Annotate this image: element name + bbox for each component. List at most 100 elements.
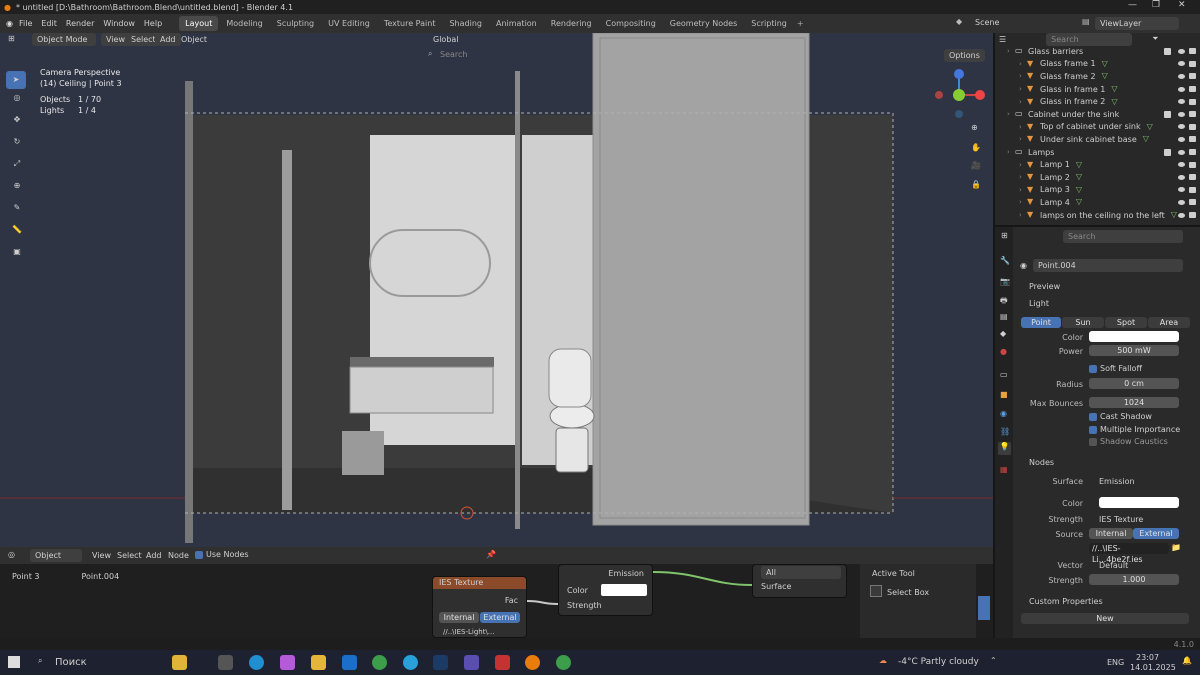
copilot-app-icon[interactable]	[280, 655, 295, 670]
preview-panel-header[interactable]: Preview	[1029, 282, 1060, 291]
props-search[interactable]: Search	[1063, 230, 1183, 243]
mesh-data-icon[interactable]: ▽	[1102, 72, 1111, 80]
surface-value[interactable]: Emission	[1099, 477, 1135, 486]
visibility-eye-icon[interactable]	[1178, 61, 1185, 67]
scale-tool-icon[interactable]: ⤢	[6, 159, 28, 181]
render-camera-icon[interactable]	[1189, 199, 1196, 206]
mesh-data-icon[interactable]: ▽	[1147, 122, 1156, 131]
move-tool-icon[interactable]: ✥	[6, 115, 28, 137]
outliner-object[interactable]: › ▼ Lamp 3 ▽	[995, 184, 1200, 197]
mesh-data-icon[interactable]: ▽	[1076, 160, 1085, 169]
tool-tab-icon[interactable]: 🔧	[1000, 256, 1010, 265]
tab-rendering[interactable]: Rendering	[545, 16, 598, 31]
collection-checkbox[interactable]	[1164, 148, 1171, 156]
outliner-object[interactable]: › ▼ Glass in frame 1 ▽	[995, 83, 1200, 96]
ies-internal-button[interactable]: Internal	[439, 612, 479, 623]
tab-layout[interactable]: Layout	[179, 16, 219, 31]
lock-icon[interactable]: 🔒	[971, 180, 981, 189]
file-explorer-icon[interactable]	[311, 655, 326, 670]
close-icon[interactable]: ✕	[1178, 0, 1186, 10]
expand-arrow-icon[interactable]: ›	[1007, 47, 1015, 55]
mesh-data-icon[interactable]: ▽	[1111, 85, 1120, 93]
ies-file-path[interactable]: //..\IES-Li...4be2f.ies	[1089, 543, 1169, 564]
render-camera-icon[interactable]	[1189, 174, 1196, 181]
select-box-icon[interactable]	[870, 585, 882, 597]
render-tab-icon[interactable]: 📷	[1000, 277, 1010, 286]
menu-object[interactable]: Object	[181, 35, 207, 44]
windows-start-icon[interactable]	[8, 656, 20, 668]
menu-render[interactable]: Render	[66, 19, 94, 28]
visibility-eye-icon[interactable]	[1178, 86, 1185, 92]
taskbar-search[interactable]: Поиск	[55, 657, 87, 668]
rotate-tool-icon[interactable]: ↻	[6, 137, 28, 159]
render-camera-icon[interactable]	[1189, 161, 1196, 168]
task-view-icon[interactable]	[218, 655, 233, 670]
node-editor-type-icon[interactable]: ◎	[8, 550, 15, 559]
expand-arrow-icon[interactable]: ›	[1019, 135, 1027, 143]
3d-viewport[interactable]: ⊞ Object Mode View Select Add Object Glo…	[0, 33, 993, 547]
strength-field[interactable]: 1.000	[1089, 574, 1179, 585]
render-camera-icon[interactable]	[1189, 98, 1196, 105]
tab-shading[interactable]: Shading	[443, 16, 488, 31]
radius-field[interactable]: 0 cm	[1089, 378, 1179, 389]
view-layer-name[interactable]: ViewLayer	[1095, 17, 1179, 30]
red-app-icon[interactable]	[495, 655, 510, 670]
world-tab-icon[interactable]: ●	[1000, 347, 1007, 356]
telegram-icon[interactable]	[403, 655, 418, 670]
light-panel-header[interactable]: Light	[1029, 299, 1049, 308]
emission-color-input[interactable]	[601, 584, 647, 596]
props-editor-icon[interactable]: ⊞	[1001, 231, 1008, 240]
expand-arrow-icon[interactable]: ›	[1019, 72, 1027, 80]
constraints-tab-icon[interactable]: ⛓	[1000, 427, 1010, 436]
expand-arrow-icon[interactable]: ›	[1019, 123, 1027, 131]
render-camera-icon[interactable]	[1189, 123, 1196, 130]
visual-studio-icon[interactable]	[464, 655, 479, 670]
blender-menu-icon[interactable]: ◉	[6, 19, 13, 28]
chrome-icon[interactable]	[372, 655, 387, 670]
outliner-object[interactable]: › ▼ Lamp 1 ▽	[995, 158, 1200, 171]
visibility-eye-icon[interactable]	[1178, 212, 1185, 218]
visibility-eye-icon[interactable]	[1178, 174, 1185, 180]
render-camera-icon[interactable]	[1189, 136, 1196, 143]
outlook-icon[interactable]	[342, 655, 357, 670]
light-data-tab-icon[interactable]: 💡	[998, 442, 1011, 455]
render-camera-icon[interactable]	[1189, 48, 1196, 55]
node-menu-select[interactable]: Select	[117, 551, 142, 560]
light-color-swatch[interactable]	[1089, 331, 1179, 342]
mesh-data-icon[interactable]: ▽	[1143, 135, 1152, 143]
outliner-object[interactable]: › ▼ Under sink cabinet base ▽	[995, 133, 1200, 146]
emission-color-swatch[interactable]	[1099, 497, 1179, 508]
measure-tool-icon[interactable]: 📏	[6, 225, 28, 247]
visibility-eye-icon[interactable]	[1178, 99, 1185, 105]
zoom-icon[interactable]: ⊕	[971, 123, 978, 132]
transform-tool-icon[interactable]: ⊕	[6, 181, 28, 203]
menu-add[interactable]: Add	[155, 33, 181, 46]
expand-arrow-icon[interactable]: ›	[1019, 161, 1027, 169]
strength-link[interactable]: IES Texture	[1099, 515, 1143, 524]
cursor-tool-icon[interactable]: ◎	[6, 93, 28, 115]
filter-icon[interactable]: ⏷	[1152, 34, 1158, 44]
render-camera-icon[interactable]	[1189, 149, 1196, 156]
mesh-data-icon[interactable]: ▽	[1111, 97, 1120, 106]
expand-arrow-icon[interactable]: ›	[1019, 186, 1027, 194]
add-cube-tool-icon[interactable]: ▣	[6, 247, 28, 269]
ies-external-button[interactable]: External	[480, 612, 520, 623]
emission-node[interactable]: Emission Color Strength	[558, 564, 653, 616]
visibility-eye-icon[interactable]	[1178, 199, 1185, 205]
clock-time[interactable]: 23:07	[1136, 653, 1159, 662]
light-output-node[interactable]: All Surface	[752, 564, 847, 598]
outliner-object[interactable]: › ▼ lamps on the ceiling no the left ▽	[995, 209, 1200, 222]
expand-arrow-icon[interactable]: ›	[1019, 85, 1027, 93]
light-type-area[interactable]: Area	[1148, 316, 1190, 328]
custom-properties-header[interactable]: Custom Properties	[1029, 597, 1103, 606]
render-camera-icon[interactable]	[1189, 111, 1196, 118]
select-tool-icon[interactable]: ➤	[6, 71, 26, 89]
blender-taskbar-icon[interactable]	[525, 655, 540, 670]
mesh-data-icon[interactable]: ▽	[1076, 173, 1085, 181]
weather-text[interactable]: -4°C Partly cloudy	[898, 657, 979, 667]
expand-arrow-icon[interactable]: ›	[1007, 110, 1015, 118]
view-layer-tab-icon[interactable]: ▤	[1000, 312, 1008, 321]
light-type-point[interactable]: Point	[1021, 316, 1061, 328]
source-internal[interactable]: Internal	[1089, 528, 1133, 539]
clock-date[interactable]: 14.01.2025	[1130, 663, 1176, 672]
